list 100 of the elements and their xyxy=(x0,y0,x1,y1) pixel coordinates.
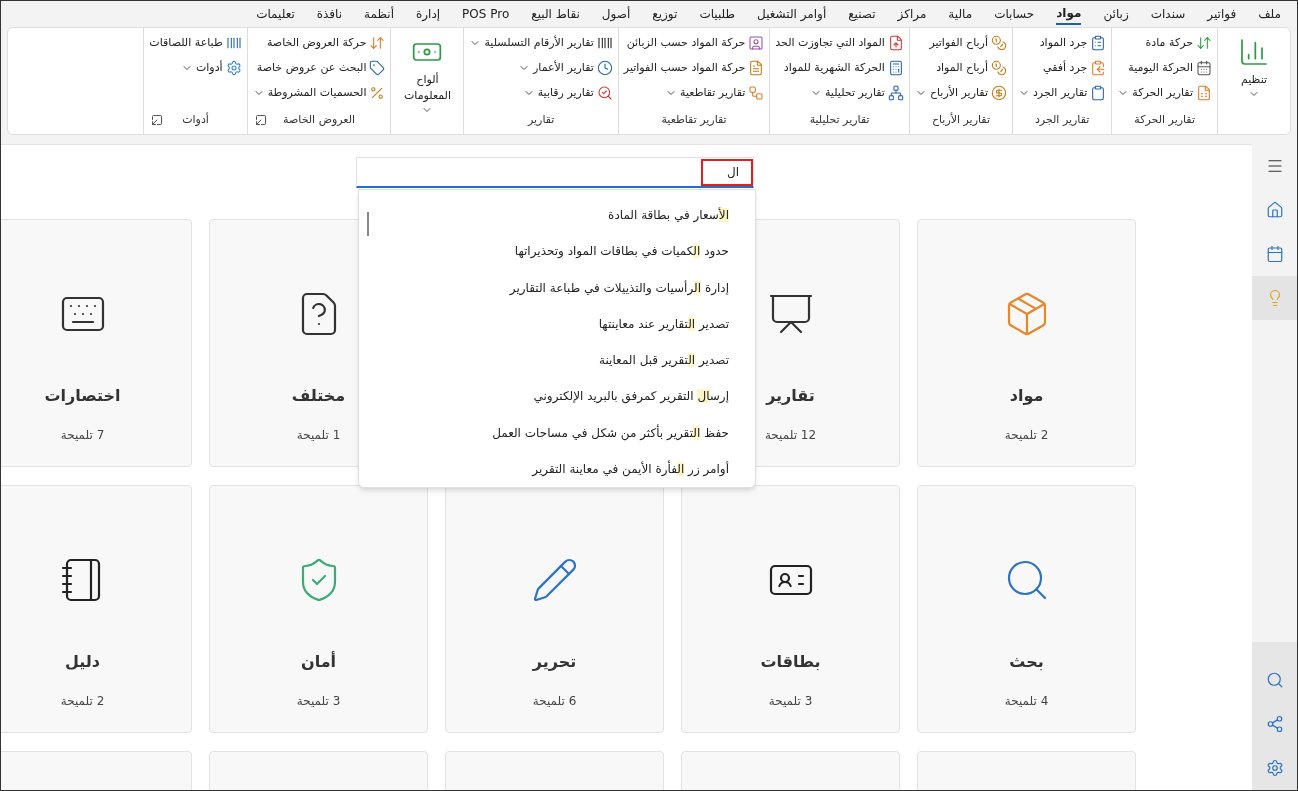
clipboard-icon xyxy=(1090,60,1107,76)
menu-item[interactable]: فواتير xyxy=(1207,3,1237,25)
ribbon-button[interactable]: أرباح المواد xyxy=(912,57,1009,79)
ribbon-button[interactable]: أرباح الفواتير xyxy=(912,32,1009,54)
card-count: 12 تلميحة xyxy=(764,427,817,444)
card-count: 6 تلميحة xyxy=(532,693,577,710)
menu-item[interactable]: طلبيات xyxy=(699,3,736,25)
home-icon xyxy=(1265,201,1284,219)
share-icon xyxy=(1265,715,1284,733)
card-count: 2 تلميحة xyxy=(1004,427,1049,444)
menu-item[interactable]: توزيع xyxy=(652,3,678,25)
card-title: تحرير xyxy=(532,651,577,673)
topic-card[interactable]: بطاقات 3 تلميحة xyxy=(681,485,900,733)
card-title: دليل xyxy=(65,651,100,673)
user-icon xyxy=(748,35,765,51)
topic-card[interactable]: بحث 4 تلميحة xyxy=(917,485,1136,733)
card-count: 4 تلميحة xyxy=(1004,693,1049,710)
search-field[interactable]: ال xyxy=(356,157,754,188)
calculator-icon xyxy=(887,60,904,76)
group-label: أدوات xyxy=(182,111,209,128)
topic-card[interactable]: اختصارات 7 تلميحة xyxy=(1,219,192,467)
menu-item[interactable]: تعليمات xyxy=(256,3,295,25)
menu-item[interactable]: أنظمة xyxy=(364,3,394,25)
menu-item[interactable]: أوامر التشغيل xyxy=(757,3,827,25)
ribbon-button[interactable]: حركة المواد حسب الزبائن xyxy=(621,32,767,54)
topic-card[interactable]: مواد 2 تلميحة xyxy=(917,219,1136,467)
flow-icon xyxy=(748,85,765,101)
ribbon-button[interactable]: المواد التي تجاوزت الحد xyxy=(773,32,906,54)
clipboard-icon xyxy=(1090,85,1107,101)
menu-item[interactable]: إدارة xyxy=(416,3,441,25)
group-label: العروض الخاصة xyxy=(283,111,356,128)
card-title: بطاقات xyxy=(760,651,821,673)
card-title: مواد xyxy=(1009,385,1044,407)
ribbon-button[interactable]: الحسميات المشروطة xyxy=(250,82,388,104)
ribbon-button[interactable]: تقارير الجرد xyxy=(1015,82,1109,104)
menu-item[interactable]: ملف xyxy=(1258,3,1281,25)
coins-icon xyxy=(990,35,1007,51)
card-count: 7 تلميحة xyxy=(60,427,105,444)
ribbon-button[interactable]: تقارير الأرقام التسلسلية xyxy=(467,32,615,54)
clock-icon xyxy=(596,60,613,76)
ribbon-button[interactable]: تقارير الأرباح xyxy=(912,82,1009,104)
menu-item[interactable]: نقاط البيع xyxy=(531,3,580,25)
card-count: 3 تلميحة xyxy=(296,693,341,710)
coins-icon xyxy=(990,60,1007,76)
search-value: ال xyxy=(726,164,739,181)
menu-item[interactable]: سندات xyxy=(1150,3,1186,25)
ribbon-button[interactable]: تقارير تحليلية xyxy=(773,82,906,104)
ribbon-button[interactable]: تقارير الأعمار xyxy=(467,57,615,79)
menu-item[interactable]: مواد xyxy=(1056,3,1082,25)
launcher-icon[interactable] xyxy=(254,114,267,126)
menu-item[interactable]: تصنيع xyxy=(848,3,876,25)
arrows-icon xyxy=(369,35,386,51)
ribbon-large-button[interactable]: ألواح المعلومات xyxy=(395,32,460,120)
card-title: اختصارات xyxy=(44,385,121,407)
card-count: 3 تلميحة xyxy=(768,693,813,710)
settings-icon xyxy=(1265,759,1284,777)
card-title: أمان xyxy=(300,650,337,673)
card-count: 1 تلميحة xyxy=(296,427,341,444)
ribbon-button[interactable]: أدوات xyxy=(147,57,244,79)
arrows-icon xyxy=(1196,35,1212,51)
menu-item[interactable]: مراكز xyxy=(897,3,927,25)
barcode-icon xyxy=(225,35,242,51)
ribbon-button[interactable]: حركة مادة xyxy=(1115,32,1214,54)
ribbon-button[interactable]: جرد أفقي xyxy=(1015,57,1109,79)
card-title: بحث xyxy=(1009,651,1044,673)
ribbon-button[interactable]: تقارير تقاطعية xyxy=(621,82,767,104)
group-label: تقارير الأرباح xyxy=(931,111,990,128)
ribbon-button[interactable]: طباعة اللصاقات xyxy=(147,32,244,54)
menu-item[interactable]: نافذة xyxy=(316,3,343,25)
scroll-thumb[interactable] xyxy=(367,212,369,236)
topic-card[interactable]: تحرير 6 تلميحة xyxy=(445,485,664,733)
tag-icon xyxy=(369,60,386,76)
menu-item[interactable]: POS Pro xyxy=(462,3,510,25)
topic-card[interactable]: أمان 3 تلميحة xyxy=(209,485,428,733)
calendar-icon xyxy=(1196,60,1212,76)
ribbon-button[interactable]: تقارير رقابية xyxy=(467,82,615,104)
ribbon-button[interactable]: البحث عن عروض خاصة xyxy=(250,57,388,79)
menu-item[interactable]: زبائن xyxy=(1103,3,1129,25)
menu-item[interactable]: حسابات xyxy=(994,3,1035,25)
report-icon xyxy=(1196,85,1212,101)
ribbon-button[interactable]: حركة العروض الخاصة xyxy=(250,32,388,54)
ribbon-button[interactable]: الحركة اليومية xyxy=(1115,57,1214,79)
search-icon xyxy=(1265,671,1284,689)
topic-card[interactable]: دليل 2 تلميحة xyxy=(1,485,192,733)
menu-icon xyxy=(1265,157,1284,175)
menu-item[interactable]: أصول xyxy=(601,3,631,25)
menu-item[interactable]: مالية xyxy=(948,3,973,25)
settings-icon xyxy=(225,60,242,76)
ribbon-large-button[interactable]: تنظيم xyxy=(1222,32,1286,104)
launcher-icon[interactable] xyxy=(151,114,164,126)
percent-icon xyxy=(369,85,386,101)
ribbon-button[interactable]: حركة المواد حسب الفواتير xyxy=(621,57,767,79)
ribbon-button[interactable]: تقارير الحركة xyxy=(1115,82,1214,104)
ribbon-button[interactable]: جرد المواد xyxy=(1015,32,1109,54)
card-title: تقارير xyxy=(766,385,815,407)
document-icon xyxy=(748,60,765,76)
card-count: 2 تلميحة xyxy=(60,693,105,710)
file-up-icon xyxy=(887,35,904,51)
ribbon-button[interactable]: الحركة الشهرية للمواد xyxy=(773,57,906,79)
group-label: تقارير الحركة xyxy=(1134,111,1195,128)
